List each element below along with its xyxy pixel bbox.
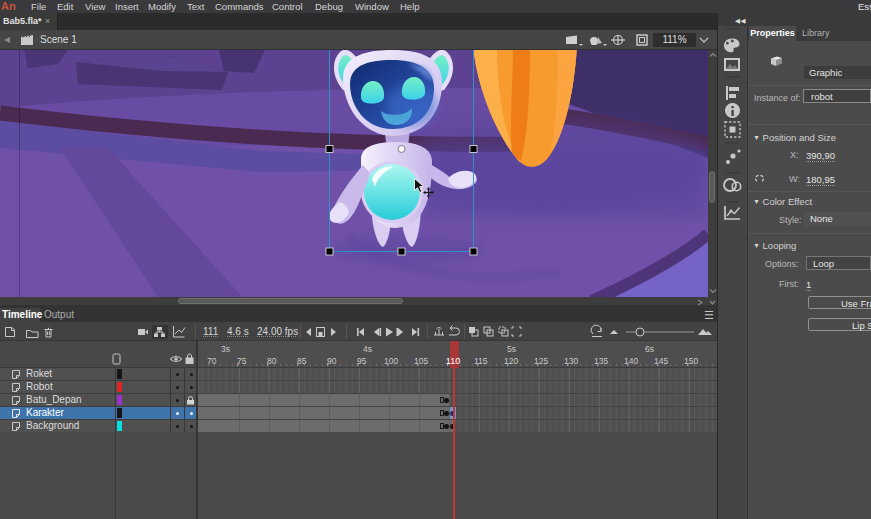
svg-text:4.6 s: 4.6 s (227, 326, 249, 337)
svg-text:24.00 fps: 24.00 fps (257, 326, 298, 337)
svg-text:111: 111 (203, 326, 219, 337)
